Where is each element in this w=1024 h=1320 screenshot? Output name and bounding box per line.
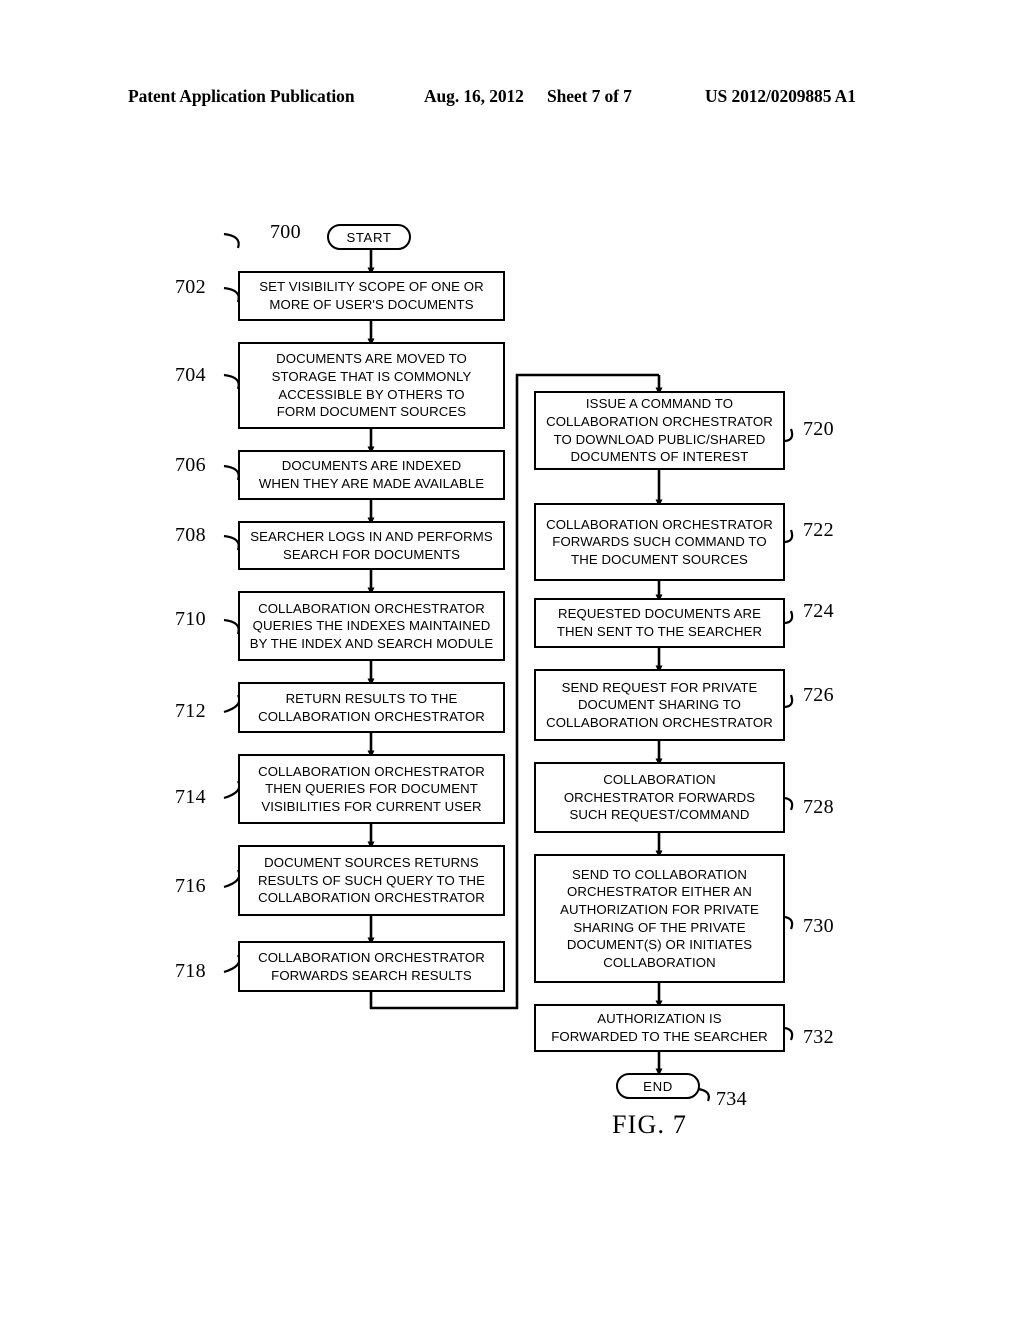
- process-box-708: SEARCHER LOGS IN AND PERFORMS SEARCH FOR…: [238, 521, 505, 570]
- process-box-702-text: SET VISIBILITY SCOPE OF ONE OR MORE OF U…: [259, 279, 484, 312]
- start-label: START: [346, 229, 392, 245]
- ref-704: 704: [175, 364, 206, 386]
- figure-caption: FIG. 7: [612, 1110, 688, 1139]
- ref-718: 718: [175, 960, 206, 982]
- process-box-724: REQUESTED DOCUMENTS ARE THEN SENT TO THE…: [534, 598, 785, 648]
- ref-714: 714: [175, 786, 206, 808]
- process-box-706: DOCUMENTS ARE INDEXED WHEN THEY ARE MADE…: [238, 450, 505, 500]
- ref-702: 702: [175, 276, 206, 298]
- ref-724: 724: [803, 600, 834, 622]
- process-box-720-text: ISSUE A COMMAND TO COLLABORATION ORCHEST…: [546, 396, 773, 465]
- process-box-726: SEND REQUEST FOR PRIVATE DOCUMENT SHARIN…: [534, 669, 785, 741]
- ref-720: 720: [803, 418, 834, 440]
- process-box-704: DOCUMENTS ARE MOVED TO STORAGE THAT IS C…: [238, 342, 505, 429]
- ref-710: 710: [175, 608, 206, 630]
- process-box-728: COLLABORATION ORCHESTRATOR FORWARDS SUCH…: [534, 762, 785, 833]
- ref-734: 734: [716, 1088, 747, 1110]
- ref-700: 700: [270, 221, 301, 243]
- process-box-714-text: COLLABORATION ORCHESTRATOR THEN QUERIES …: [258, 763, 485, 814]
- ref-728: 728: [803, 796, 834, 818]
- process-box-714: COLLABORATION ORCHESTRATOR THEN QUERIES …: [238, 754, 505, 824]
- process-box-724-text: REQUESTED DOCUMENTS ARE THEN SENT TO THE…: [556, 606, 763, 639]
- ref-732: 732: [803, 1026, 834, 1048]
- connector-layer: [223, 232, 794, 1102]
- ref-722: 722: [803, 519, 834, 541]
- ref-706: 706: [175, 454, 206, 476]
- process-box-730-text: SEND TO COLLABORATION ORCHESTRATOR EITHE…: [560, 866, 759, 970]
- ref-716: 716: [175, 875, 206, 897]
- process-box-710: COLLABORATION ORCHESTRATOR QUERIES THE I…: [238, 591, 505, 661]
- ref-726: 726: [803, 684, 834, 706]
- process-box-720: ISSUE A COMMAND TO COLLABORATION ORCHEST…: [534, 391, 785, 470]
- ref-730: 730: [803, 915, 834, 937]
- end-label: END: [643, 1078, 673, 1094]
- process-box-704-text: DOCUMENTS ARE MOVED TO STORAGE THAT IS C…: [271, 351, 472, 420]
- end-terminator: END: [616, 1073, 700, 1099]
- process-box-708-text: SEARCHER LOGS IN AND PERFORMS SEARCH FOR…: [250, 528, 493, 562]
- process-box-730: SEND TO COLLABORATION ORCHESTRATOR EITHE…: [534, 854, 785, 983]
- process-box-706-text: DOCUMENTS ARE INDEXED WHEN THEY ARE MADE…: [258, 458, 485, 491]
- process-box-726-text: SEND REQUEST FOR PRIVATE DOCUMENT SHARIN…: [546, 679, 773, 730]
- process-box-702: SET VISIBILITY SCOPE OF ONE OR MORE OF U…: [238, 271, 505, 321]
- process-box-718-text: COLLABORATION ORCHESTRATOR FORWARDS SEAR…: [258, 949, 485, 983]
- process-box-728-text: COLLABORATION ORCHESTRATOR FORWARDS SUCH…: [563, 772, 756, 823]
- process-box-712-text: RETURN RESULTS TO THE COLLABORATION ORCH…: [258, 690, 485, 724]
- process-box-722-text: COLLABORATION ORCHESTRATOR FORWARDS SUCH…: [546, 516, 773, 567]
- process-box-710-text: COLLABORATION ORCHESTRATOR QUERIES THE I…: [249, 600, 494, 651]
- process-box-716-text: DOCUMENT SOURCES RETURNS RESULTS OF SUCH…: [257, 855, 486, 906]
- flowchart-figure: START 700 SET VISIBILITY SCOPE OF ONE OR…: [0, 0, 1024, 1320]
- start-terminator: START: [327, 224, 411, 250]
- process-box-732-text: AUTHORIZATION IS FORWARDED TO THE SEARCH…: [551, 1011, 768, 1044]
- process-box-716: DOCUMENT SOURCES RETURNS RESULTS OF SUCH…: [238, 845, 505, 916]
- ref-712: 712: [175, 700, 206, 722]
- ref-708: 708: [175, 524, 206, 546]
- process-box-712: RETURN RESULTS TO THE COLLABORATION ORCH…: [238, 682, 505, 733]
- process-box-718: COLLABORATION ORCHESTRATOR FORWARDS SEAR…: [238, 941, 505, 992]
- process-box-732: AUTHORIZATION IS FORWARDED TO THE SEARCH…: [534, 1004, 785, 1052]
- process-box-722: COLLABORATION ORCHESTRATOR FORWARDS SUCH…: [534, 503, 785, 581]
